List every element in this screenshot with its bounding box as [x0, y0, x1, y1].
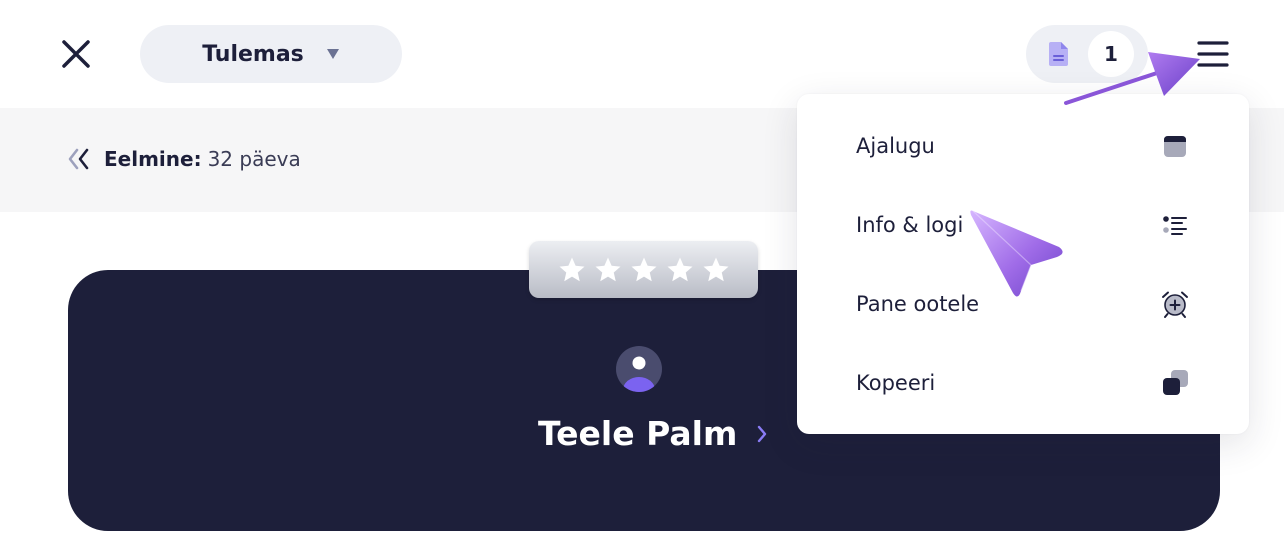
menu-item-label: Info & logi: [856, 213, 964, 237]
alarm-add-icon: [1162, 291, 1188, 318]
star-icon: [703, 257, 728, 281]
close-button[interactable]: [58, 36, 94, 72]
rating-stars[interactable]: [529, 241, 758, 298]
caret-down-icon: [326, 49, 339, 59]
menu-item-label: Ajalugu: [856, 134, 935, 158]
menu-item-put-on-hold[interactable]: Pane ootele: [797, 269, 1249, 339]
menu-button[interactable]: [1196, 38, 1230, 70]
document-counter[interactable]: 1: [1026, 25, 1148, 83]
context-menu: Ajalugu Info & logi Pane ootele Kopeeri: [797, 94, 1249, 434]
star-icon: [667, 257, 692, 281]
previous-value: 32 päeva: [207, 147, 301, 171]
menu-item-copy[interactable]: Kopeeri: [797, 348, 1249, 418]
person-name: Teele Palm: [538, 414, 738, 453]
copy-icon: [1163, 370, 1188, 395]
close-icon: [62, 40, 90, 68]
star-icon: [631, 257, 656, 281]
list-icon: [1163, 216, 1187, 235]
avatar-icon: [616, 346, 662, 392]
status-dropdown[interactable]: Tulemas: [140, 25, 402, 83]
calendar-icon: [1164, 136, 1186, 157]
menu-item-label: Kopeeri: [856, 371, 936, 395]
document-icon: [1049, 42, 1068, 66]
double-chevron-left-icon: [68, 148, 89, 170]
menu-item-info-log[interactable]: Info & logi: [797, 190, 1249, 260]
star-icon: [595, 257, 620, 281]
hamburger-icon: [1197, 41, 1229, 67]
menu-item-history[interactable]: Ajalugu: [797, 111, 1249, 181]
status-dropdown-label: Tulemas: [202, 41, 304, 67]
menu-item-label: Pane ootele: [856, 292, 980, 316]
previous-label: Eelmine:: [104, 147, 202, 171]
document-count: 1: [1088, 31, 1134, 77]
star-icon: [559, 257, 584, 281]
person-name-link[interactable]: Teele Palm: [538, 414, 769, 453]
previous-link[interactable]: Eelmine: 32 päeva: [66, 146, 301, 172]
chevron-right-icon: [758, 425, 767, 442]
